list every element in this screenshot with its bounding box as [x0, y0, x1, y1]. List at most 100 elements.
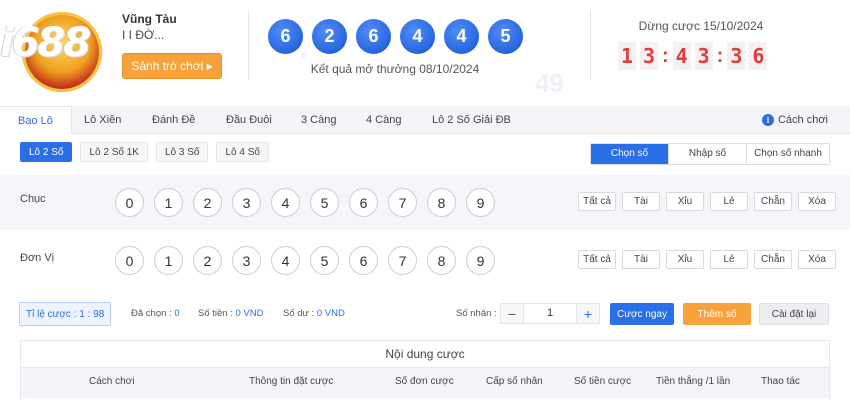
clear-button[interactable]: Xóa: [798, 250, 836, 269]
tab-bao-lo[interactable]: Bao Lô: [0, 106, 72, 134]
increase-button[interactable]: +: [577, 306, 599, 322]
bet-control-bar: Tỉ lệ cược : 1 : 98 Đã chọn : 0 Số tiền …: [0, 300, 850, 328]
subtab-lo-2-so-1k[interactable]: Lô 2 Số 1K: [80, 142, 148, 162]
number-ball[interactable]: 0: [115, 246, 144, 275]
timer-separator: :: [662, 44, 669, 67]
multiplier-input[interactable]: 1: [523, 304, 577, 323]
logo-text: i688: [0, 20, 91, 66]
number-ball[interactable]: 6: [349, 246, 378, 275]
select-all-button[interactable]: Tất cả: [578, 250, 616, 269]
number-ball[interactable]: 4: [271, 246, 300, 275]
number-ball[interactable]: 7: [388, 246, 417, 275]
amount-label: Số tiền :: [198, 308, 233, 319]
select-big-button[interactable]: Tài: [622, 192, 660, 211]
tab-danh-de[interactable]: Đánh Đề: [152, 106, 195, 134]
tab-4-cang[interactable]: 4 Càng: [366, 106, 401, 134]
number-ball[interactable]: 4: [271, 188, 300, 217]
tab-dau-duoi[interactable]: Đầu Đuôi: [226, 106, 272, 134]
mode-choose-number[interactable]: Chọn số: [591, 144, 669, 164]
how-to-play-label: Cách chơi: [777, 114, 828, 126]
tab-lo-2-so-giai-db[interactable]: Lô 2 Số Giải ĐB: [432, 106, 511, 134]
region-subtitle: I I ĐỜ...: [122, 28, 165, 42]
result-ball: 6: [268, 19, 303, 54]
selection-mode-toggle: Chọn số Nhập số Chọn số nhanh: [590, 143, 830, 165]
number-ball[interactable]: 5: [310, 246, 339, 275]
number-ball[interactable]: 2: [193, 246, 222, 275]
tens-row: Chục 0 1 2 3 4 5 6 7 8 9 Tất cả Tài Xỉu …: [0, 175, 850, 230]
chosen-value: 0: [174, 308, 180, 319]
info-icon: i: [761, 114, 774, 126]
select-small-button[interactable]: Xỉu: [666, 192, 704, 211]
bet-now-button[interactable]: Cược ngay: [610, 303, 674, 325]
column-header: Thao tác: [761, 376, 800, 387]
number-ball[interactable]: 8: [427, 188, 456, 217]
bet-close-date: Dừng cược 15/10/2024: [638, 19, 764, 33]
how-to-play-link[interactable]: i Cách chơi: [761, 106, 828, 134]
select-even-button[interactable]: Chẵn: [754, 192, 792, 211]
column-header: Số tiền cược: [574, 376, 632, 387]
brand-logo[interactable]: i688: [0, 12, 120, 92]
divider: [590, 10, 591, 80]
balance: Số dư : 0 VND: [283, 308, 345, 319]
timer-separator: :: [716, 44, 724, 67]
balance-label: Số dư :: [283, 308, 315, 319]
number-ball[interactable]: 2: [193, 188, 222, 217]
game-type-tabs: Bao Lô Lô Xiên Đánh Đề Đầu Đuôi 3 Càng 4…: [0, 106, 850, 134]
result-ball: 2: [312, 19, 347, 54]
tab-lo-xien[interactable]: Lô Xiên: [84, 106, 121, 134]
reset-button[interactable]: Cài đặt lại: [759, 303, 829, 325]
add-number-button[interactable]: Thêm số: [683, 303, 751, 325]
select-even-button[interactable]: Chẵn: [754, 250, 792, 269]
multiplier-label: Số nhân :: [456, 308, 497, 319]
multiplier-stepper: − 1 +: [500, 303, 600, 324]
number-ball[interactable]: 1: [154, 188, 183, 217]
column-header: Cấp số nhân: [486, 376, 543, 387]
clear-button[interactable]: Xóa: [798, 192, 836, 211]
select-odd-button[interactable]: Lẻ: [710, 250, 748, 269]
subtab-lo-2-so[interactable]: Lô 2 Số: [20, 142, 73, 162]
number-ball[interactable]: 5: [310, 188, 339, 217]
number-ball[interactable]: 6: [349, 188, 378, 217]
timer-digit: 4: [672, 42, 691, 70]
number-ball[interactable]: 7: [388, 188, 417, 217]
column-header: Tiền thắng /1 lần: [656, 376, 731, 387]
units-quick-select: Tất cả Tài Xỉu Lẻ Chẵn Xóa: [578, 250, 836, 269]
subtab-lo-3-so[interactable]: Lô 3 Số: [155, 142, 209, 162]
background-number-decor: 49: [535, 68, 564, 98]
row-label: Đơn Vị: [20, 252, 55, 264]
decrease-button[interactable]: −: [501, 306, 523, 322]
number-ball[interactable]: 3: [232, 188, 261, 217]
amount-value: 0 VND: [235, 308, 264, 319]
number-ball[interactable]: 0: [115, 188, 144, 217]
timer-digit: 1: [618, 42, 636, 70]
number-ball[interactable]: 9: [466, 188, 495, 217]
tab-3-cang[interactable]: 3 Càng: [301, 106, 336, 134]
mode-quick-choose[interactable]: Chọn số nhanh: [747, 144, 829, 164]
timer-digit: 6: [749, 42, 768, 70]
timer-digit: 3: [694, 42, 713, 70]
select-all-button[interactable]: Tất cả: [578, 192, 616, 211]
result-balls: 6 2 6 4 4 5: [268, 19, 523, 54]
number-ball[interactable]: 3: [232, 246, 261, 275]
number-ball[interactable]: 9: [466, 246, 495, 275]
number-ball[interactable]: 1: [154, 246, 183, 275]
subtab-lo-4-so[interactable]: Lô 4 Số: [216, 142, 269, 162]
timer-digit: 3: [727, 42, 746, 70]
number-ball[interactable]: 8: [427, 246, 456, 275]
game-lobby-button[interactable]: Sảnh trò chơi ▸: [122, 53, 222, 79]
result-ball: 5: [488, 19, 523, 54]
mode-enter-number[interactable]: Nhập số: [669, 144, 747, 164]
divider: [248, 10, 249, 80]
select-big-button[interactable]: Tài: [622, 250, 660, 269]
odds-ratio-badge: Tỉ lệ cược : 1 : 98: [19, 302, 112, 326]
result-ball: 4: [400, 19, 435, 54]
chosen-count: Đã chọn : 0: [131, 308, 180, 319]
result-date-label: Kết quả mở thưởng 08/10/2024: [310, 62, 480, 76]
select-odd-button[interactable]: Lẻ: [710, 192, 748, 211]
result-ball: 4: [444, 19, 479, 54]
bet-amount: Số tiền : 0 VND: [198, 308, 263, 319]
result-ball: 6: [356, 19, 391, 54]
select-small-button[interactable]: Xỉu: [666, 250, 704, 269]
tens-quick-select: Tất cả Tài Xỉu Lẻ Chẵn Xóa: [578, 192, 836, 211]
column-header: Cách chơi: [89, 376, 135, 387]
